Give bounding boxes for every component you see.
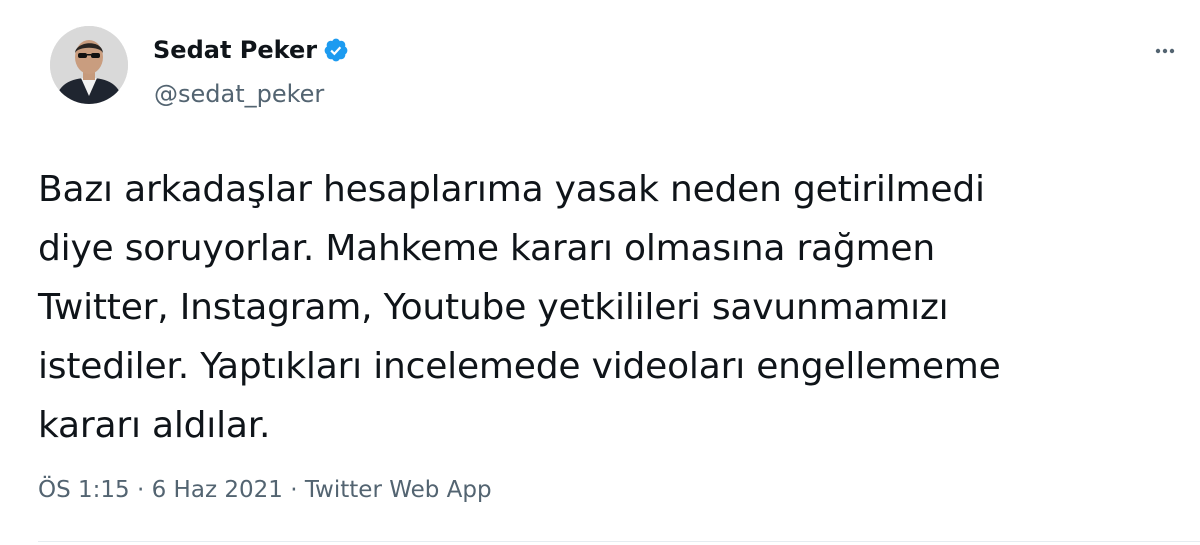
verified-badge-icon <box>323 37 349 63</box>
tweet-text: Bazı arkadaşlar hesaplarıma yasak neden … <box>38 169 1001 446</box>
author-name[interactable]: Sedat Peker <box>153 36 349 64</box>
tweet-meta: ÖS 1:15 · 6 Haz 2021 · Twitter Web App <box>38 477 492 503</box>
author-handle[interactable]: @sedat_peker <box>154 80 324 108</box>
meta-separator: · <box>136 477 145 503</box>
avatar[interactable] <box>50 26 128 104</box>
tweet-card: Sedat Peker @sedat_peker Bazı arkadaşlar… <box>0 0 1200 545</box>
more-options-icon <box>1155 48 1175 54</box>
more-options-button[interactable] <box>1150 36 1180 66</box>
tweet-time[interactable]: ÖS 1:15 <box>38 477 130 503</box>
tweet-source[interactable]: Twitter Web App <box>305 477 492 503</box>
tweet-date[interactable]: 6 Haz 2021 <box>152 477 283 503</box>
divider <box>38 541 1200 542</box>
avatar-image <box>50 26 128 104</box>
author-name-text[interactable]: Sedat Peker <box>153 36 317 64</box>
meta-separator: · <box>290 477 298 503</box>
